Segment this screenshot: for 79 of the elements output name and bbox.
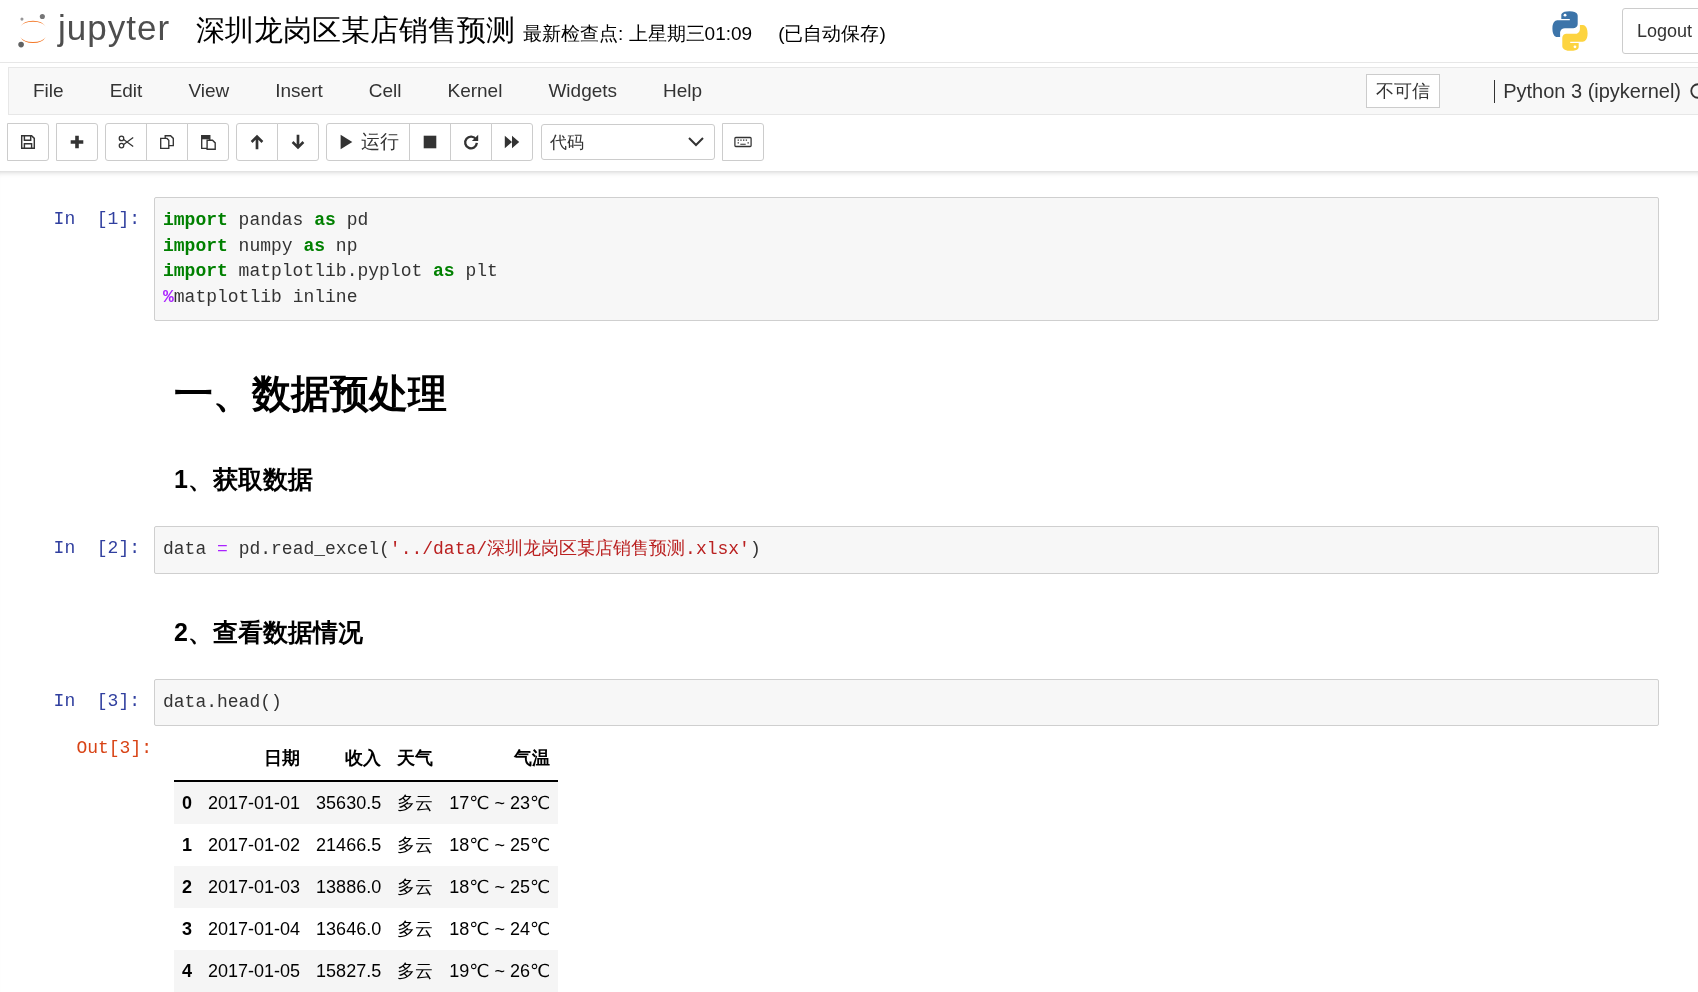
table-cell: 13646.0	[308, 908, 390, 950]
menu-item[interactable]: Kernel	[447, 80, 503, 102]
row-index: 2	[174, 866, 200, 908]
table-cell: 2017-01-04	[200, 908, 309, 950]
stop-icon	[421, 133, 439, 151]
kernel-name[interactable]: Python 3 (ipykernel)	[1494, 79, 1681, 103]
cell-type-dropdown[interactable]: 代码	[541, 124, 715, 160]
row-index: 3	[174, 908, 200, 950]
code-line: data = pd.read_excel('../data/深圳龙岗区某店销售预测.xlsx')	[163, 538, 761, 561]
table-cell: 多云	[389, 908, 442, 950]
code-cell-input[interactable]: data.head()	[154, 678, 1659, 726]
move-down-button[interactable]	[277, 123, 319, 161]
jupyter-logo-text[interactable]: jupyter	[58, 8, 171, 48]
restart-icon	[462, 133, 480, 151]
table-cell: 21466.5	[308, 824, 390, 866]
table-cell: 2017-01-01	[200, 781, 309, 824]
output-prompt: Out[3]:	[75, 738, 153, 758]
run-all-button[interactable]	[491, 123, 533, 161]
code-line: import numpy as np	[163, 234, 358, 258]
subsection-heading: 1、获取数据	[173, 464, 313, 495]
menu-item[interactable]: Widgets	[548, 80, 618, 102]
input-prompt: In [1]:	[52, 208, 141, 229]
input-prompt: In [2]:	[52, 537, 141, 558]
table-cell: 19℃ ~ 26℃	[441, 950, 559, 992]
row-index: 1	[174, 824, 200, 866]
input-prompt: In [3]:	[52, 689, 141, 711]
insert-cell-button[interactable]	[56, 123, 98, 161]
table-cell: 多云	[389, 824, 442, 866]
menu-item[interactable]: View	[188, 80, 230, 102]
code-cell-input[interactable]: import pandas as pd import numpy as np import matplotlib.pyplot as plt %matplotlib inline	[154, 197, 1659, 321]
table-cell: 13886.0	[308, 866, 390, 908]
checkpoint-status: 最新检查点: 上星期三01:09	[523, 22, 753, 46]
paste-button[interactable]	[187, 123, 229, 161]
save-icon	[19, 133, 37, 151]
table-cell: 多云	[389, 950, 442, 992]
table-cell: 2017-01-03	[200, 866, 309, 908]
code-line: import matplotlib.pyplot as plt	[163, 260, 498, 283]
table-cell: 18℃ ~ 25℃	[441, 824, 559, 866]
table-cell: 多云	[389, 866, 442, 908]
menu-item[interactable]: Help	[663, 80, 703, 102]
table-cell: 18℃ ~ 25℃	[441, 866, 559, 908]
copy-icon	[158, 133, 176, 151]
notebook-title[interactable]: 深圳龙岗区某店销售预测	[196, 11, 516, 51]
section-heading: 一、数据预处理	[173, 371, 447, 417]
subsection-heading: 2、查看数据情况	[173, 616, 363, 648]
move-up-button[interactable]	[236, 123, 278, 161]
code-cell-input[interactable]: data = pd.read_excel('../data/深圳龙岗区某店销售预测.xlsx')	[154, 526, 1659, 574]
table-cell: 17℃ ~ 23℃	[441, 781, 559, 824]
table-cell: 2017-01-05	[200, 950, 309, 992]
restart-button[interactable]	[450, 123, 492, 161]
autosave-status: (已自动保存)	[778, 22, 886, 46]
down-arrow-icon	[289, 133, 307, 151]
menu-item[interactable]: File	[33, 80, 64, 102]
table-cell: 35630.5	[308, 781, 390, 824]
shortcuts-button[interactable]	[722, 123, 764, 161]
code-line: import pandas as pd	[163, 209, 369, 232]
up-arrow-icon	[248, 133, 266, 151]
save-button[interactable]	[7, 123, 49, 161]
table-cell: 18℃ ~ 24℃	[441, 908, 559, 950]
trust-indicator[interactable]: 不可信	[1366, 74, 1441, 108]
row-index: 0	[174, 781, 200, 824]
run-button[interactable]: 运行	[326, 123, 410, 161]
fast-forward-icon	[503, 133, 521, 151]
menu-item[interactable]: Insert	[275, 80, 323, 102]
menu-item[interactable]: Cell	[368, 80, 402, 102]
menu-item[interactable]: Edit	[109, 80, 143, 102]
plus-icon	[68, 133, 86, 151]
copy-button[interactable]	[146, 123, 188, 161]
table-cell: 2017-01-02	[200, 824, 309, 866]
interrupt-button[interactable]	[409, 123, 451, 161]
table-cell: 15827.5	[308, 950, 390, 992]
table-cell: 多云	[389, 781, 442, 824]
row-index: 4	[174, 950, 200, 992]
cut-button[interactable]	[105, 123, 147, 161]
scissors-icon	[117, 133, 135, 151]
logout-button[interactable]: Logout	[1622, 8, 1698, 54]
code-line: %matplotlib inline	[163, 285, 358, 309]
code-line: data.head()	[163, 690, 282, 714]
paste-icon	[199, 133, 217, 151]
